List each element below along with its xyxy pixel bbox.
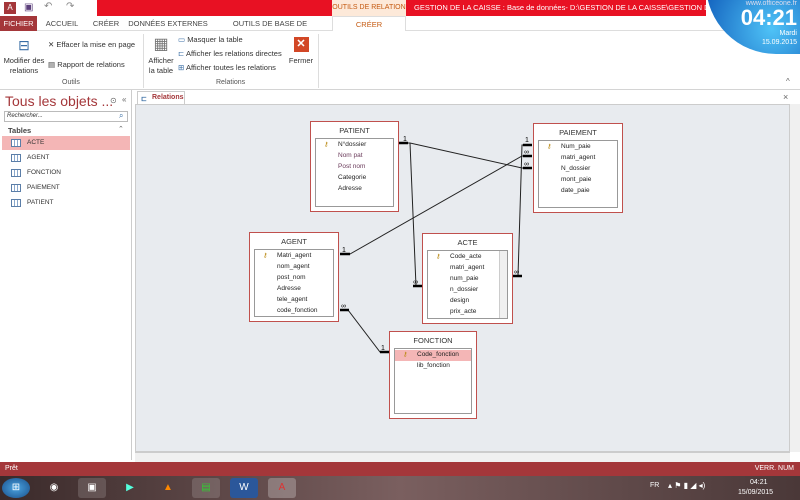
field[interactable]: n_dossier (450, 286, 478, 293)
field-list-scrollbar[interactable] (499, 251, 507, 318)
word-icon[interactable]: W (230, 478, 258, 498)
access-icon[interactable]: A (268, 478, 296, 498)
table-title: ACTE (457, 238, 478, 247)
svg-text:1: 1 (525, 137, 529, 144)
table-acte[interactable]: ACTE ⚷ Code_acte matri_agent num_paie n_… (422, 233, 513, 324)
horizontal-scrollbar[interactable] (135, 452, 790, 462)
relation-patient-paiement (399, 142, 532, 169)
relationship-lines: 1 1 1 1 ∞ ∞ ∞ ∞ ∞ (340, 136, 532, 354)
primary-key-icon: ⚷ (263, 253, 268, 259)
clock-day: Mardi (779, 30, 797, 37)
start-button-icon[interactable]: ⊞ (2, 478, 30, 498)
field[interactable]: prix_acte (450, 308, 476, 315)
vlc-icon[interactable]: ▲ (154, 478, 182, 498)
relation-paiement-acte (513, 144, 532, 277)
table-patient[interactable]: PATIENT ⚷ N°dossier Nom pat Post nom Cat… (310, 121, 399, 212)
table-fonction[interactable]: FONCTION ⚷ Code_fonction lib_fonction (389, 331, 477, 419)
field-list[interactable]: ⚷ N°dossier Nom pat Post nom Categorie A… (315, 138, 394, 207)
table-title: AGENT (281, 237, 307, 246)
field[interactable]: Post nom (338, 163, 365, 170)
svg-text:∞: ∞ (413, 279, 418, 286)
app-icon[interactable]: ◉ (40, 478, 68, 498)
field[interactable]: nom_agent (277, 263, 310, 270)
field[interactable]: matri_agent (561, 154, 595, 161)
table-title: PATIENT (339, 126, 370, 135)
field-list[interactable]: ⚷ Code_fonction lib_fonction (394, 348, 472, 414)
field[interactable]: N°dossier (338, 141, 366, 148)
field[interactable]: code_fonction (277, 307, 317, 314)
svg-text:∞: ∞ (524, 149, 529, 156)
field[interactable]: mont_paie (561, 176, 591, 183)
field[interactable]: matri_agent (450, 264, 484, 271)
media-icon[interactable]: ▣ (78, 478, 106, 498)
field-list[interactable]: ⚷ Num_paie matri_agent N_dossier mont_pa… (538, 140, 618, 208)
field[interactable]: post_nom (277, 274, 306, 281)
field[interactable]: num_paie (450, 275, 479, 282)
primary-key-icon: ⚷ (436, 254, 441, 260)
primary-key-icon: ⚷ (324, 142, 329, 148)
field[interactable]: lib_fonction (417, 362, 450, 369)
field[interactable]: design (450, 297, 469, 304)
svg-text:∞: ∞ (524, 161, 529, 168)
status-bar: Prêt VERR. NUM (0, 462, 800, 476)
books-icon[interactable]: ▤ (192, 478, 220, 498)
field[interactable]: Categorie (338, 174, 366, 181)
clock-time: 04:21 (740, 5, 797, 30)
status-ready: Prêt (5, 465, 18, 472)
table-paiement[interactable]: PAIEMENT ⚷ Num_paie matri_agent N_dossie… (533, 123, 623, 213)
field-list[interactable]: ⚷ Code_acte matri_agent num_paie n_dossi… (427, 250, 508, 319)
svg-text:∞: ∞ (341, 303, 346, 310)
field[interactable]: Matri_agent (277, 252, 311, 259)
status-numlock: VERR. NUM (754, 465, 794, 472)
tray-icons[interactable]: ▴ ⚑ ▮ ◢ ◂) (668, 481, 705, 490)
field[interactable]: Nom pat (338, 152, 363, 159)
table-agent[interactable]: AGENT ⚷ Matri_agent nom_agent post_nom A… (249, 232, 339, 322)
field-list[interactable]: ⚷ Matri_agent nom_agent post_nom Adresse… (254, 249, 334, 317)
svg-text:1: 1 (381, 345, 385, 352)
field[interactable]: Adresse (338, 185, 362, 192)
field[interactable]: Num_paie (561, 143, 591, 150)
field[interactable]: date_paie (561, 187, 590, 194)
primary-key-icon: ⚷ (403, 352, 408, 358)
table-title: PAIEMENT (559, 128, 597, 137)
field[interactable]: Code_fonction (417, 351, 459, 358)
primary-key-icon: ⚷ (547, 144, 552, 150)
svg-text:1: 1 (342, 247, 346, 254)
player-icon[interactable]: ▶ (116, 478, 144, 498)
vertical-scrollbar[interactable] (790, 104, 800, 452)
language-indicator[interactable]: FR (650, 482, 659, 489)
table-title: FONCTION (413, 336, 453, 345)
tray-time[interactable]: 04:21 (750, 479, 768, 486)
tray-date[interactable]: 15/09/2015 (738, 489, 773, 496)
svg-text:∞: ∞ (514, 269, 519, 276)
field[interactable]: tele_agent (277, 296, 307, 303)
clock-date: 15.09.2015 (761, 39, 797, 46)
field[interactable]: Code_acte (450, 253, 481, 260)
svg-text:1: 1 (403, 136, 407, 143)
field[interactable]: Adresse (277, 285, 301, 292)
field[interactable]: N_dossier (561, 165, 590, 172)
